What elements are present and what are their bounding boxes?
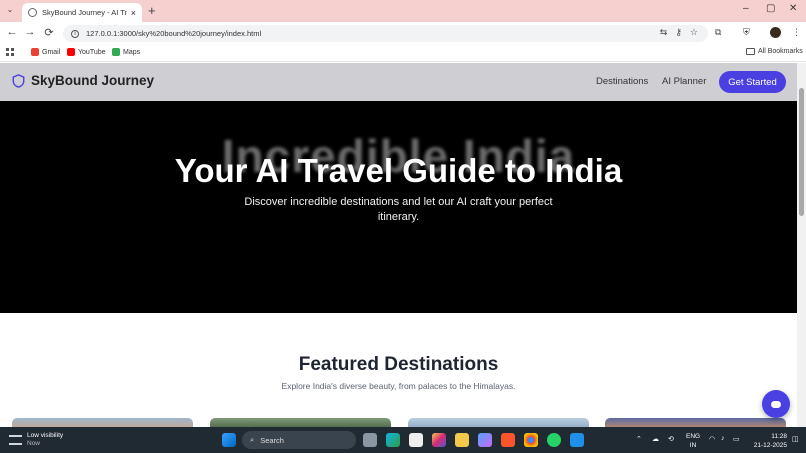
volume-icon[interactable]: ♪ — [721, 435, 725, 442]
youtube-icon — [67, 48, 75, 56]
sync-icon[interactable]: ⟲ — [668, 435, 674, 443]
chat-bubble-icon — [771, 400, 781, 408]
clock[interactable]: 11:28 21-12-2025 — [751, 432, 787, 450]
language-code: ENG — [686, 433, 701, 440]
all-bookmarks[interactable]: All Bookmarks — [746, 48, 803, 55]
url-text[interactable]: 127.0.0.1:3000/sky%20bound%20journey/ind… — [86, 29, 261, 38]
apps-grid-icon[interactable] — [6, 48, 14, 56]
brave-shield-icon[interactable]: ⛨ — [743, 27, 750, 38]
hero-title: Your AI Travel Guide to India — [174, 152, 623, 189]
profile-avatar[interactable] — [770, 27, 781, 38]
browser-tab[interactable]: SkyBound Journey - AI Travel G × — [22, 3, 142, 22]
notifications-icon[interactable]: ◫ — [792, 435, 799, 443]
tab-title: SkyBound Journey - AI Travel G — [42, 8, 127, 17]
minimize-button[interactable]: – — [743, 3, 749, 14]
windows-start-icon[interactable] — [222, 433, 236, 447]
clock-time: 11:28 — [771, 433, 787, 440]
store-icon[interactable] — [409, 433, 423, 447]
hero-subtitle: Discover incredible destinations and let… — [244, 196, 553, 223]
search-icon: ⌕ — [250, 435, 255, 444]
taskbar: Low visibility Now ⌕ Search ⌃ ☁ ⟲ ENG IN… — [0, 427, 806, 453]
whatsapp-icon[interactable] — [547, 433, 561, 447]
clock-date: 21-12-2025 — [753, 442, 787, 449]
bookmark-star-icon[interactable]: ☆ — [690, 27, 698, 38]
bookmark-label: Maps — [123, 48, 141, 56]
back-icon[interactable]: ← — [5, 26, 19, 38]
destination-card[interactable] — [605, 418, 786, 427]
extensions-icon[interactable]: ⧉ — [715, 27, 721, 38]
bookmark-label: YouTube — [78, 48, 106, 56]
destination-card[interactable] — [12, 418, 193, 427]
all-bookmarks-label: All Bookmarks — [758, 48, 803, 55]
maximize-button[interactable]: ▢ — [766, 3, 775, 14]
address-bar[interactable]: i 127.0.0.1:3000/sky%20bound%20journey/i… — [63, 25, 708, 42]
bookmarks-bar: Gmail YouTube Maps All Bookmarks — [0, 44, 806, 62]
brand-name: SkyBound Journey — [31, 73, 155, 88]
file-explorer-icon[interactable] — [455, 433, 469, 447]
onedrive-icon[interactable]: ☁ — [652, 435, 659, 443]
nav-link-ai-planner[interactable]: AI Planner — [662, 76, 706, 87]
search-placeholder: Search — [260, 435, 284, 445]
vscode-icon[interactable] — [570, 433, 584, 447]
scrollbar-thumb[interactable] — [799, 88, 804, 216]
tab-close-icon[interactable]: × — [131, 8, 136, 18]
wifi-icon[interactable]: ◠ — [709, 435, 715, 443]
tray-chevron-icon[interactable]: ⌃ — [636, 435, 642, 443]
bookmark-youtube[interactable]: YouTube — [67, 48, 106, 56]
haze-icon — [9, 435, 22, 445]
nav-link-destinations[interactable]: Destinations — [596, 76, 648, 87]
page-scrollbar[interactable] — [797, 63, 806, 427]
battery-icon[interactable]: ▭ — [733, 435, 740, 443]
maps-icon — [112, 48, 120, 56]
language-indicator[interactable]: ENG IN — [686, 432, 700, 450]
reload-icon[interactable]: ⟳ — [42, 26, 56, 39]
site-navbar: SkyBound Journey Destinations AI Planner… — [0, 63, 797, 101]
site-favicon-icon — [28, 8, 37, 17]
destination-card[interactable] — [210, 418, 391, 427]
featured-subtitle: Explore India's diverse beauty, from pal… — [281, 381, 516, 391]
site-info-icon[interactable]: i — [71, 29, 79, 38]
weather-widget[interactable]: Low visibility Now — [9, 432, 63, 448]
chrome-icon[interactable] — [524, 433, 538, 447]
weather-title: Low visibility — [27, 432, 64, 439]
weather-time: Now — [27, 440, 41, 447]
bookmark-maps[interactable]: Maps — [112, 48, 140, 56]
page-viewport: SkyBound Journey Destinations AI Planner… — [0, 63, 797, 427]
new-tab-button[interactable]: + — [148, 3, 156, 18]
bookmark-gmail[interactable]: Gmail — [31, 48, 60, 56]
tab-strip: ⌄ SkyBound Journey - AI Travel G × + – ▢… — [0, 0, 806, 22]
browser-toolbar: ← → ⟳ i 127.0.0.1:3000/sky%20bound%20jou… — [0, 22, 806, 44]
forward-icon[interactable]: → — [23, 26, 37, 38]
instagram-icon[interactable] — [432, 433, 446, 447]
password-key-icon[interactable]: ⚷ — [675, 27, 682, 38]
bookmark-label: Gmail — [42, 48, 61, 56]
get-started-button[interactable]: Get Started — [719, 71, 786, 93]
menu-kebab-icon[interactable]: ⋮ — [792, 27, 801, 38]
brand-logo[interactable]: SkyBound Journey — [12, 73, 154, 88]
tab-search-icon[interactable]: ⌄ — [5, 5, 15, 15]
edge-icon[interactable] — [386, 433, 400, 447]
translate-icon[interactable]: ⇆ — [660, 27, 668, 38]
folder-icon — [746, 48, 755, 55]
gmail-icon — [31, 48, 39, 56]
hero-section: Incredible India Your AI Travel Guide to… — [0, 101, 797, 313]
brave-icon[interactable] — [501, 433, 515, 447]
chat-button[interactable] — [762, 390, 790, 418]
shield-icon — [12, 73, 25, 88]
featured-title: Featured Destinations — [298, 354, 499, 375]
task-view-icon[interactable] — [363, 433, 377, 447]
region-code: IN — [689, 442, 697, 449]
copilot-icon[interactable] — [478, 433, 492, 447]
close-window-button[interactable]: ✕ — [789, 3, 797, 14]
destination-card[interactable] — [408, 418, 589, 427]
taskbar-search[interactable]: ⌕ Search — [242, 431, 356, 449]
